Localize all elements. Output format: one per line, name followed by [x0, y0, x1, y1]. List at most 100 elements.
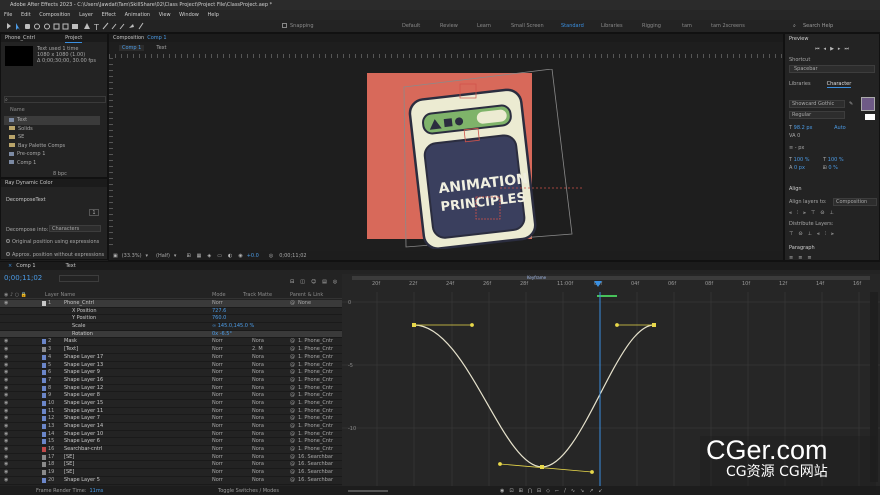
- play-icon[interactable]: ▶: [830, 46, 834, 52]
- parent-select[interactable]: 1. Phone_Cntr: [298, 438, 333, 446]
- blend-mode-select[interactable]: Norr: [212, 338, 223, 346]
- font-family-select[interactable]: Showcard Gothic: [789, 100, 845, 108]
- align-to-select[interactable]: Composition: [833, 198, 877, 206]
- project-item[interactable]: Comp 1: [4, 159, 100, 168]
- layer-row[interactable]: ◉ 5 Shape Layer 13 Norr Nora @1. Phone_Cntr: [0, 362, 342, 370]
- blend-mode-select[interactable]: Norr: [212, 362, 223, 370]
- snap-icon[interactable]: ⋂: [528, 488, 532, 494]
- layer-row[interactable]: ◉ 15 Shape Layer 6 Norr Nora @1. Phone_Cntr: [0, 438, 342, 447]
- align-middle-icon[interactable]: ⊝: [820, 210, 824, 216]
- fill-color-swatch[interactable]: [861, 97, 875, 111]
- frame-blending-icon[interactable]: ▤: [322, 279, 327, 285]
- layer-row[interactable]: ◉ 19 [SE] Norr Nora @16. Searchbar: [0, 469, 342, 477]
- workspace-tam-2screens[interactable]: tam 2screens: [711, 23, 745, 29]
- pick-whip-icon[interactable]: @: [290, 408, 295, 416]
- property-name[interactable]: Rotation: [72, 331, 93, 339]
- parent-select[interactable]: 1. Phone_Cntr: [298, 408, 333, 416]
- parent-select[interactable]: 1. Phone_Cntr: [298, 400, 333, 408]
- property-row[interactable]: Scale ∞ 145.0,145.0 %: [0, 323, 342, 331]
- visibility-eye-icon[interactable]: ◉: [4, 469, 8, 477]
- horizontal-scale-value[interactable]: 100 %: [828, 157, 844, 163]
- layer-name[interactable]: Searchbar-cntrl: [64, 446, 102, 454]
- shortcut-select[interactable]: Spacebar: [789, 65, 875, 73]
- fit-all-icon[interactable]: ⊞: [519, 488, 523, 494]
- pick-whip-icon[interactable]: @: [290, 400, 295, 408]
- layer-name[interactable]: [Text]: [64, 346, 78, 354]
- parent-select[interactable]: 1. Phone_Cntr: [298, 377, 333, 385]
- parent-select[interactable]: 16. Searchbar: [298, 477, 333, 485]
- menu-composition[interactable]: Composition: [39, 12, 70, 18]
- breadcrumb-text[interactable]: Text: [156, 45, 166, 51]
- property-row[interactable]: Rotation 0x -6.5°: [0, 330, 342, 339]
- decompose-select[interactable]: Characters: [49, 225, 101, 232]
- layer-name[interactable]: Shape Layer 12: [64, 385, 103, 393]
- playhead-handle[interactable]: [594, 281, 602, 287]
- blend-mode-select[interactable]: Norr: [212, 300, 223, 308]
- layer-name[interactable]: Shape Layer 14: [64, 423, 103, 431]
- font-style-select[interactable]: Regular: [789, 111, 845, 119]
- menu-effect[interactable]: Effect: [102, 12, 116, 18]
- current-time[interactable]: 0;00;11;02: [4, 274, 42, 282]
- tab-text[interactable]: Text: [66, 262, 76, 270]
- option-expressions[interactable]: Original position using expressions: [6, 239, 99, 245]
- align-left-icon[interactable]: ⫷: [789, 210, 792, 216]
- pick-whip-icon[interactable]: @: [290, 362, 295, 370]
- workspace-standard[interactable]: Standard: [561, 23, 584, 29]
- visibility-eye-icon[interactable]: ◉: [4, 477, 8, 485]
- label-color-swatch[interactable]: [42, 470, 46, 476]
- pick-whip-icon[interactable]: @: [290, 431, 295, 439]
- track-matte-select[interactable]: Nora: [252, 438, 264, 446]
- track-matte-select[interactable]: Nora: [252, 469, 264, 477]
- track-matte-select[interactable]: Nora: [252, 354, 264, 362]
- linear-icon[interactable]: /: [564, 488, 566, 494]
- stroke-color-swatch[interactable]: [865, 114, 875, 120]
- zoom-dropdown[interactable]: (33.3%): [122, 253, 142, 259]
- parent-select[interactable]: 1. Phone_Cntr: [298, 354, 333, 362]
- layer-row[interactable]: ◉ 10 Shape Layer 15 Norr Nora @1. Phone_Cntr: [0, 400, 342, 408]
- layer-name[interactable]: Shape Layer 9: [64, 369, 100, 377]
- visibility-eye-icon[interactable]: ◉: [4, 431, 8, 439]
- align-center-icon[interactable]: ⫶: [797, 210, 798, 216]
- distribute-top-icon[interactable]: ⊤: [789, 231, 793, 237]
- layer-name[interactable]: Shape Layer 17: [64, 354, 103, 362]
- layer-row[interactable]: ◉ 8 Shape Layer 12 Norr Nora @1. Phone_Cntr: [0, 385, 342, 393]
- visibility-eye-icon[interactable]: ◉: [4, 354, 8, 362]
- first-frame-icon[interactable]: ⏮: [815, 46, 820, 52]
- edit-keyframe-icon[interactable]: ◇: [546, 488, 550, 494]
- comp-canvas[interactable]: ANIMATION PRINCIPLES: [364, 69, 584, 249]
- separate-dimensions-icon[interactable]: ⊟: [537, 488, 541, 494]
- distribute-bottom-icon[interactable]: ⊥: [808, 231, 812, 237]
- track-matte-select[interactable]: Nora: [252, 369, 264, 377]
- visibility-eye-icon[interactable]: ◉: [4, 415, 8, 423]
- ease-out-icon[interactable]: ↙: [598, 488, 602, 494]
- parent-select[interactable]: 1. Phone_Cntr: [298, 431, 333, 439]
- pick-whip-icon[interactable]: @: [290, 461, 295, 469]
- layer-name[interactable]: Shape Layer 5: [64, 477, 100, 485]
- track-matte-select[interactable]: Nora: [252, 454, 264, 462]
- toggle-switches-button[interactable]: Toggle Switches / Modes: [218, 488, 279, 494]
- col-layer-name[interactable]: Layer Name: [45, 292, 75, 298]
- visibility-eye-icon[interactable]: ◉: [4, 423, 8, 431]
- fit-selection-icon[interactable]: ⊡: [509, 488, 513, 494]
- workspace-libraries[interactable]: Libraries: [601, 23, 623, 29]
- tracking-value[interactable]: 0: [797, 133, 800, 139]
- layer-name[interactable]: Shape Layer 6: [64, 438, 100, 446]
- property-row[interactable]: Y Position 760.0: [0, 315, 342, 324]
- baseline-value[interactable]: 0 px: [794, 165, 805, 171]
- search-help-input[interactable]: Search Help: [803, 23, 833, 29]
- project-search-input[interactable]: ⌕: [4, 96, 106, 103]
- layer-name[interactable]: Shape Layer 15: [64, 400, 103, 408]
- auto-bezier-icon[interactable]: ∿: [571, 488, 575, 494]
- blend-mode-select[interactable]: Norr: [212, 461, 223, 469]
- blend-mode-select[interactable]: Norr: [212, 477, 223, 485]
- layer-name[interactable]: Shape Layer 7: [64, 415, 100, 423]
- project-item[interactable]: Solids: [4, 125, 100, 134]
- pick-whip-icon[interactable]: @: [290, 477, 295, 485]
- track-matte-select[interactable]: Nora: [252, 423, 264, 431]
- col-name[interactable]: Name: [10, 107, 25, 113]
- visibility-eye-icon[interactable]: ◉: [4, 300, 8, 308]
- visibility-eye-icon[interactable]: ◉: [4, 400, 8, 408]
- layer-row[interactable]: ◉ 2 Mask Norr Nora @1. Phone_Cntr: [0, 338, 342, 347]
- workspace-learn[interactable]: Learn: [477, 23, 491, 29]
- menu-layer[interactable]: Layer: [79, 12, 93, 18]
